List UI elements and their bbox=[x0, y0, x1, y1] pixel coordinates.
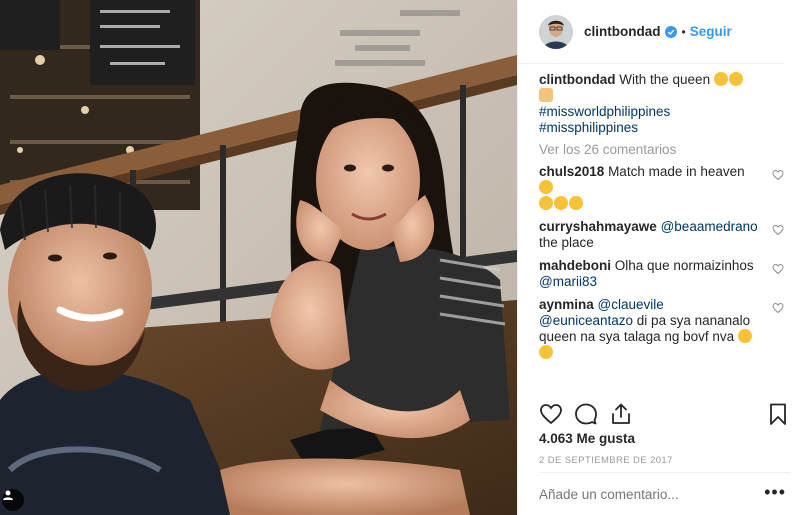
smiling-face-emoji bbox=[713, 72, 728, 86]
comment-item: mahdeboni Olha que normaizinhos @marii83 bbox=[539, 258, 784, 290]
comment-username[interactable]: aynmina bbox=[539, 297, 594, 312]
comment-item: curryshahmayawe @beaamedrano the place bbox=[539, 219, 784, 251]
like-comment-heart-icon[interactable] bbox=[772, 169, 784, 181]
comment-text: the place bbox=[539, 235, 594, 250]
like-comment-heart-icon[interactable] bbox=[772, 302, 784, 314]
victory-hand-emoji bbox=[539, 88, 553, 102]
kissing-heart-emoji bbox=[554, 196, 568, 210]
like-heart-icon[interactable] bbox=[539, 402, 563, 426]
add-comment-input[interactable] bbox=[539, 487, 759, 502]
hashtag-missphilippines[interactable]: #missphilippines bbox=[539, 120, 638, 135]
comment-text: Match made in heaven bbox=[608, 164, 745, 179]
photo-illustration bbox=[0, 0, 517, 515]
like-comment-heart-icon[interactable] bbox=[772, 263, 784, 275]
more-options-icon[interactable]: ••• bbox=[764, 483, 786, 501]
hashtag-missworldphilippines[interactable]: #missworldphilippines bbox=[539, 104, 670, 119]
post-photo[interactable] bbox=[0, 0, 517, 515]
comments-list: clintbondad With the queen #missworldphi… bbox=[518, 64, 800, 392]
comment-username[interactable]: mahdeboni bbox=[539, 258, 611, 273]
pleading-face-emoji bbox=[539, 345, 553, 359]
heart-eyes-emoji bbox=[728, 72, 743, 86]
bookmark-icon[interactable] bbox=[766, 402, 790, 426]
kissing-heart-emoji bbox=[539, 196, 553, 210]
likes-count[interactable]: 4.063 Me gusta bbox=[539, 431, 635, 446]
instagram-post: clintbondad • Seguir clintbondad With th… bbox=[0, 0, 800, 515]
comment-username[interactable]: curryshahmayawe bbox=[539, 219, 657, 234]
post-username[interactable]: clintbondad bbox=[584, 24, 661, 39]
post-date: 2 DE SEPTIEMBRE DE 2017 bbox=[539, 455, 673, 466]
like-comment-heart-icon[interactable] bbox=[772, 224, 784, 236]
verified-badge-icon bbox=[664, 25, 677, 38]
share-upload-icon[interactable] bbox=[609, 402, 633, 426]
post-sidebar: clintbondad • Seguir clintbondad With th… bbox=[517, 0, 800, 515]
avatar[interactable] bbox=[539, 14, 573, 49]
caption-text: With the queen bbox=[619, 72, 711, 87]
tears-of-joy-emoji bbox=[737, 329, 752, 343]
heart-eyes-emoji bbox=[569, 196, 583, 210]
add-comment-bar: ••• bbox=[539, 472, 790, 515]
comment-text: Olha que normaizinhos bbox=[614, 258, 754, 273]
comment-username[interactable]: chuls2018 bbox=[539, 164, 604, 179]
post-actions bbox=[539, 400, 790, 428]
kissing-heart-emoji bbox=[539, 180, 553, 194]
comment-bubble-icon[interactable] bbox=[574, 402, 598, 426]
comment-item: chuls2018 Match made in heaven bbox=[539, 164, 784, 212]
comment-mention[interactable]: @marii83 bbox=[539, 274, 597, 289]
view-all-comments-link[interactable]: Ver los 26 comentarios bbox=[539, 142, 784, 158]
user-tag-icon[interactable] bbox=[2, 489, 24, 511]
comment-mention[interactable]: @clauevile bbox=[598, 297, 664, 312]
follow-button[interactable]: Seguir bbox=[690, 24, 732, 39]
post-header: clintbondad • Seguir bbox=[518, 0, 784, 64]
comment-mention[interactable]: @beaamedrano bbox=[661, 219, 758, 234]
comment-item: aynmina @clauevile @euniceantazo di pa s… bbox=[539, 297, 784, 361]
caption-username[interactable]: clintbondad bbox=[539, 72, 616, 87]
comment-mention[interactable]: @euniceantazo bbox=[539, 313, 633, 328]
header-separator: • bbox=[681, 24, 686, 39]
caption: clintbondad With the queen #missworldphi… bbox=[539, 72, 784, 136]
